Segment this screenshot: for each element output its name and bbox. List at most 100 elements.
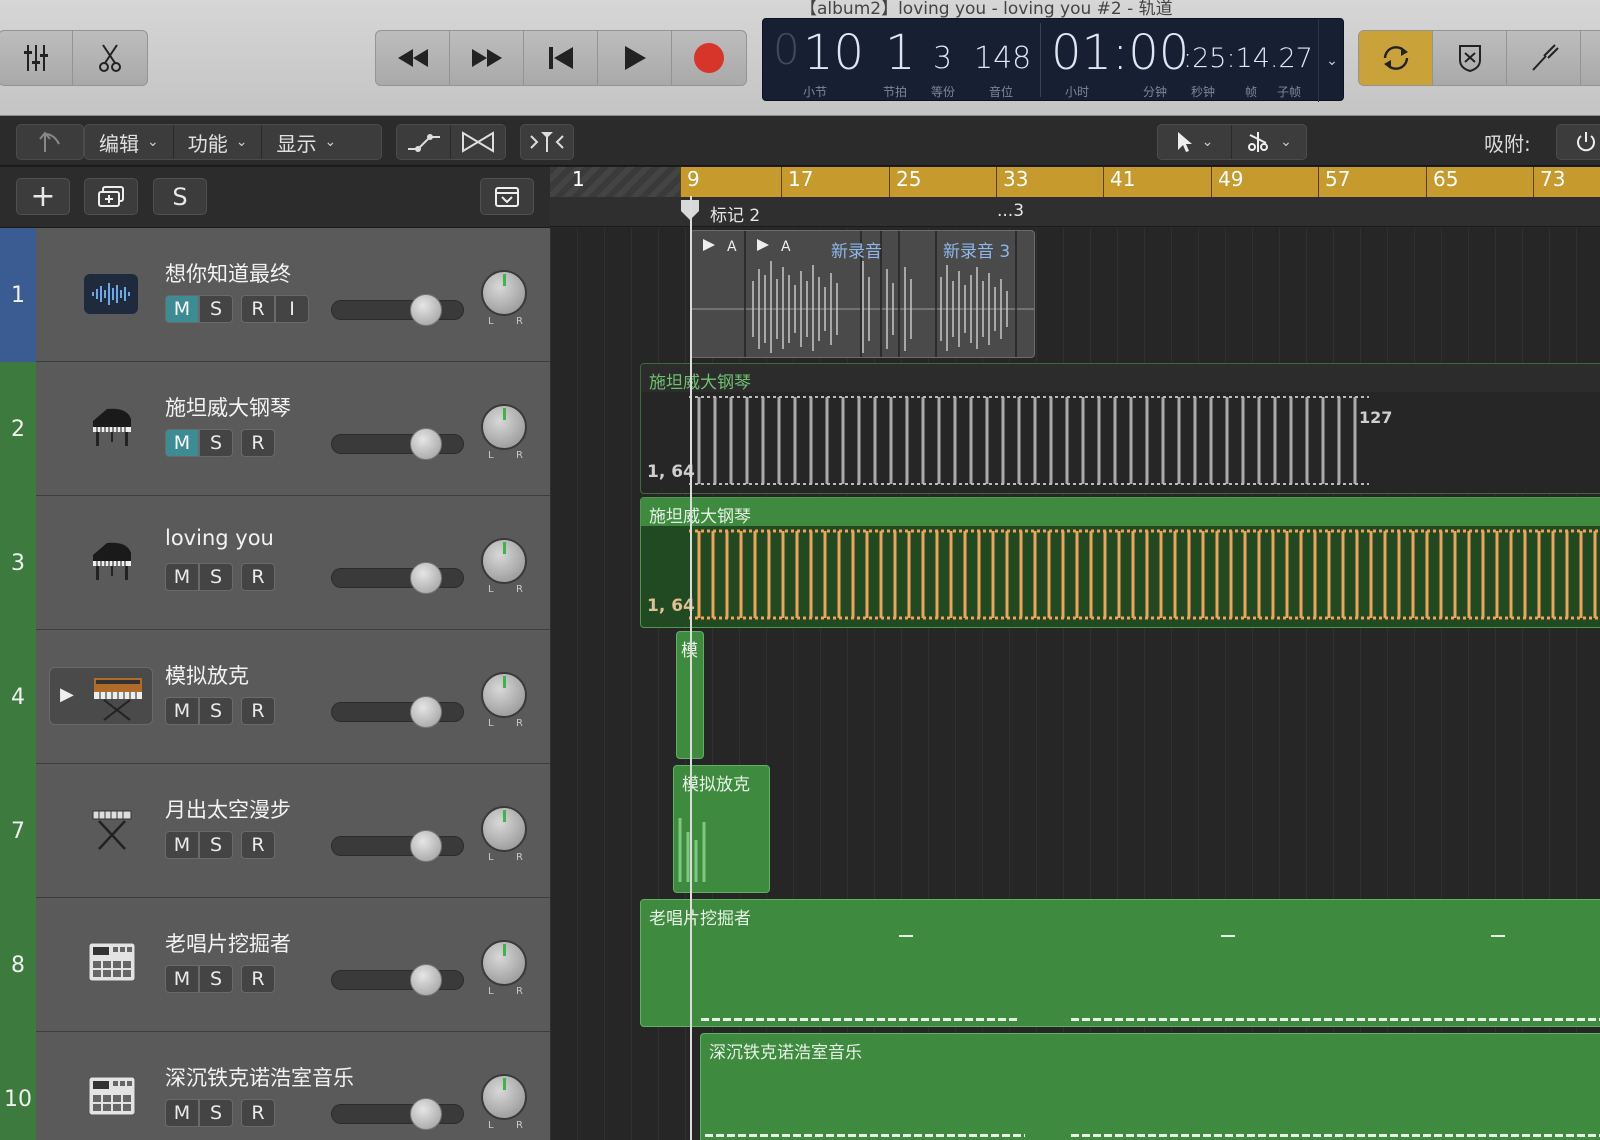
- mute-button[interactable]: M: [165, 965, 199, 993]
- volume-slider[interactable]: [331, 964, 464, 996]
- marker-3[interactable]: ...3: [997, 201, 1024, 221]
- edit-menu[interactable]: 编辑 ⌄: [85, 125, 174, 159]
- volume-slider[interactable]: [331, 294, 464, 326]
- replace-button[interactable]: [1433, 31, 1507, 85]
- record-enable-button[interactable]: R: [241, 697, 275, 725]
- pan-knob[interactable]: [481, 672, 527, 718]
- global-solo-button[interactable]: S: [153, 178, 207, 215]
- track-name[interactable]: 施坦威大钢琴: [165, 392, 291, 422]
- disclosure-triangle-icon[interactable]: ▶: [60, 684, 74, 705]
- record-enable-button[interactable]: R: [241, 295, 275, 323]
- marker-track[interactable]: 标记 2 ...3: [550, 197, 1600, 227]
- mixer-button[interactable]: [0, 31, 73, 85]
- solo-button[interactable]: S: [199, 1099, 233, 1127]
- track-row[interactable]: 1 想你知道最终 M S R I L R: [0, 228, 550, 362]
- volume-knob[interactable]: [410, 562, 442, 594]
- volume-slider[interactable]: [331, 1098, 464, 1130]
- pan-knob[interactable]: [481, 404, 527, 450]
- record-enable-button[interactable]: R: [241, 965, 275, 993]
- record-button[interactable]: [672, 31, 746, 85]
- solo-button[interactable]: S: [199, 295, 233, 323]
- mute-button[interactable]: M: [165, 1099, 199, 1127]
- flex-button[interactable]: [451, 125, 505, 159]
- snap-toggle[interactable]: [1556, 124, 1600, 160]
- back-button[interactable]: [16, 124, 84, 160]
- track-lanes[interactable]: A A 新录音 新录音 3 施坦威大钢琴 1, 64 127 施坦威大钢琴 1,…: [550, 228, 1600, 1140]
- functions-menu[interactable]: 功能 ⌄: [174, 125, 263, 159]
- midi-region[interactable]: 深沉铁克诺浩室音乐: [700, 1033, 1600, 1140]
- go-to-start-button[interactable]: [524, 31, 598, 85]
- volume-slider[interactable]: [331, 562, 464, 594]
- volume-knob[interactable]: [410, 830, 442, 862]
- track-row[interactable]: 3 loving you M S R L R: [0, 496, 550, 630]
- mute-button[interactable]: M: [165, 697, 199, 725]
- record-enable-button[interactable]: R: [241, 1099, 275, 1127]
- right-click-tool[interactable]: ⌄: [1232, 125, 1306, 159]
- editors-button[interactable]: [73, 31, 147, 85]
- catch-button[interactable]: [520, 124, 574, 160]
- tuner-button[interactable]: [1507, 31, 1581, 85]
- new-track-button[interactable]: +: [16, 178, 70, 215]
- pan-knob[interactable]: [481, 806, 527, 852]
- arrange-area[interactable]: 1 9 17 25 33 41 49 57 65 73 标记 2 ...3 A …: [550, 167, 1600, 1140]
- solo-button[interactable]: S: [199, 965, 233, 993]
- record-enable-button[interactable]: R: [241, 429, 275, 457]
- track-row[interactable]: 2 施坦威大钢琴 M S R L R: [0, 362, 550, 496]
- track-name[interactable]: 月出太空漫步: [165, 794, 291, 824]
- track-row[interactable]: 8 老唱片挖掘者 M S R L R: [0, 898, 550, 1032]
- solo-button[interactable]: S: [199, 429, 233, 457]
- pan-knob[interactable]: [481, 1074, 527, 1120]
- playhead[interactable]: [690, 196, 692, 1140]
- track-row[interactable]: 7 月出太空漫步 M S R L R: [0, 764, 550, 898]
- fast-forward-button[interactable]: [450, 31, 524, 85]
- cycle-button[interactable]: [1359, 31, 1433, 85]
- automation-button[interactable]: [397, 125, 452, 159]
- marker-2[interactable]: 标记 2: [710, 201, 760, 226]
- mute-button[interactable]: M: [165, 429, 199, 457]
- track-name[interactable]: loving you: [165, 526, 274, 550]
- track-row[interactable]: 10 深沉铁克诺浩室音乐 M S R L R: [0, 1032, 550, 1140]
- volume-slider[interactable]: [331, 830, 464, 862]
- play-button[interactable]: [598, 31, 672, 85]
- volume-knob[interactable]: [410, 428, 442, 460]
- input-monitor-button[interactable]: I: [275, 295, 309, 323]
- record-enable-button[interactable]: R: [241, 831, 275, 859]
- volume-knob[interactable]: [410, 294, 442, 326]
- audio-region[interactable]: A A 新录音 新录音 3: [690, 230, 1035, 358]
- pan-knob[interactable]: [481, 940, 527, 986]
- volume-slider[interactable]: [331, 696, 464, 728]
- midi-region[interactable]: 施坦威大钢琴 1, 64 127: [640, 363, 1600, 494]
- volume-knob[interactable]: [410, 964, 442, 996]
- pan-knob[interactable]: [481, 538, 527, 584]
- track-name[interactable]: 老唱片挖掘者: [165, 928, 291, 958]
- left-click-tool[interactable]: ⌄: [1158, 125, 1232, 159]
- solo-button[interactable]: S: [199, 563, 233, 591]
- solo-button[interactable]: S: [199, 831, 233, 859]
- duplicate-track-button[interactable]: [84, 178, 138, 215]
- mute-button[interactable]: M: [165, 295, 199, 323]
- record-enable-button[interactable]: R: [241, 563, 275, 591]
- volume-knob[interactable]: [410, 696, 442, 728]
- midi-region[interactable]: 老唱片挖掘者: [640, 899, 1600, 1027]
- lcd-dropdown[interactable]: ⌄: [1318, 19, 1345, 102]
- track-row[interactable]: 4 ▶ 模拟放克 M S R L R: [0, 630, 550, 764]
- mute-button[interactable]: M: [165, 563, 199, 591]
- track-name[interactable]: 模拟放克: [165, 660, 249, 690]
- track-name[interactable]: 深沉铁克诺浩室音乐: [165, 1062, 354, 1092]
- pan-knob[interactable]: [481, 270, 527, 316]
- solo-mode-button[interactable]: S: [1581, 31, 1600, 85]
- midi-region[interactable]: 施坦威大钢琴 1, 64: [640, 497, 1600, 628]
- track-name[interactable]: 想你知道最终: [165, 258, 291, 288]
- global-tracks-button[interactable]: [480, 178, 534, 215]
- volume-slider[interactable]: [331, 428, 464, 460]
- solo-button[interactable]: S: [199, 697, 233, 725]
- track-icon-frame[interactable]: ▶: [49, 667, 153, 725]
- lcd-display[interactable]: 0 10 1 3 148 01:00 :25:14.27 小节 节拍 等份 音位…: [762, 18, 1345, 102]
- control-bar: 【album2】loving you - loving you #2 - 轨道 …: [0, 0, 1600, 116]
- bar-ruler[interactable]: 1 9 17 25 33 41 49 57 65 73: [550, 167, 1600, 197]
- rewind-button[interactable]: [376, 31, 450, 85]
- mute-button[interactable]: M: [165, 831, 199, 859]
- view-menu[interactable]: 显示 ⌄: [262, 125, 350, 159]
- midi-region[interactable]: 模拟放克: [673, 765, 770, 893]
- volume-knob[interactable]: [410, 1098, 442, 1130]
